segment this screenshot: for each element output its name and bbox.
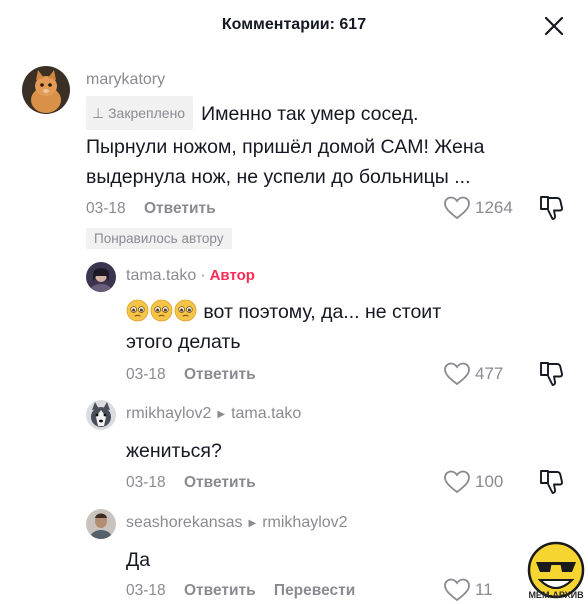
username[interactable]: marykatory (86, 71, 165, 89)
comment-date: 03-18 (126, 582, 166, 599)
like-button[interactable]: 11 (443, 577, 493, 603)
translate-button[interactable]: Перевести (274, 582, 355, 599)
person-avatar-icon (86, 262, 116, 292)
comment-text: вот поэтому, да... не стоит этого делать (126, 297, 526, 357)
dislike-icon[interactable] (538, 194, 564, 222)
reply-button[interactable]: Ответить (184, 582, 256, 599)
username-line: seashorekansas ▶ rmikhaylov2 (126, 514, 348, 532)
comment-meta: 03-18 Ответить (86, 200, 216, 218)
like-count: 1264 (475, 198, 513, 217)
watermark-text: МЕМ-АРХИВ (528, 590, 584, 600)
comments-header: Комментарии: 617 (0, 0, 588, 50)
liked-by-author-badge: Понравилось автору (86, 228, 232, 249)
close-icon[interactable] (540, 12, 568, 40)
comment-date: 03-18 (86, 200, 126, 217)
avatar[interactable] (86, 262, 116, 292)
heart-icon (444, 578, 470, 602)
separator-dot: · (200, 267, 206, 284)
comment-line: Пырнули ножом, пришёл домой САМ! Жена (86, 136, 485, 158)
reply-to-username[interactable]: rmikhaylov2 (262, 514, 347, 531)
comments-title: Комментарии: 617 (221, 16, 367, 33)
reply-button[interactable]: Ответить (184, 366, 256, 383)
avatar[interactable] (86, 509, 116, 539)
username-line: tama.tako · Автор (126, 267, 255, 285)
comment-text: жениться? (126, 440, 222, 462)
like-button[interactable]: 1264 (443, 195, 513, 221)
reply-to-username[interactable]: tama.tako (231, 405, 301, 422)
reply-arrow-icon: ▶ (248, 518, 257, 529)
comment-meta: 03-18 Ответить (126, 474, 256, 492)
author-badge: Автор (209, 267, 255, 284)
heart-icon (444, 470, 470, 494)
avatar[interactable] (86, 400, 116, 430)
username[interactable]: tama.tako (126, 267, 196, 284)
like-button[interactable]: 100 (443, 469, 503, 495)
like-count: 100 (475, 472, 504, 491)
comment-date: 03-18 (126, 366, 166, 383)
comment-line: вот поэтому, да... не стоит (203, 301, 442, 323)
reply-arrow-icon: ▶ (217, 409, 226, 420)
username[interactable]: rmikhaylov2 (126, 405, 211, 422)
comment-line: выдернула нож, не успели до больницы ... (86, 166, 471, 188)
person-avatar-icon (86, 509, 116, 539)
like-count: 11 (475, 580, 493, 599)
reply-button[interactable]: Ответить (144, 200, 216, 217)
husky-avatar-icon (86, 400, 116, 430)
comment-meta: 03-18 Ответить Перевести (126, 582, 355, 600)
avatar[interactable] (22, 66, 70, 114)
comment-text: Да (126, 549, 151, 571)
pin-icon: ⊥ (92, 105, 109, 121)
pleading-face-icon (150, 299, 173, 322)
dislike-icon[interactable] (538, 360, 564, 388)
like-count: 477 (475, 364, 504, 383)
pleading-face-icon (126, 299, 149, 322)
username-line: rmikhaylov2 ▶ tama.tako (126, 405, 301, 423)
dislike-icon[interactable] (538, 468, 564, 496)
comment-line: этого делать (126, 331, 241, 353)
comment-text: ⊥ Закреплено Именно так умер сосед. Пырну… (86, 96, 556, 192)
pinned-badge: ⊥ Закреплено (86, 96, 194, 130)
heart-icon (444, 362, 470, 386)
comment-date: 03-18 (126, 474, 166, 491)
like-button[interactable]: 477 (443, 361, 503, 387)
comment-meta: 03-18 Ответить (126, 366, 256, 384)
username[interactable]: seashorekansas (126, 514, 243, 531)
pleading-face-icon (174, 299, 197, 322)
comment-line: Именно так умер сосед. (201, 103, 419, 125)
heart-icon (444, 196, 470, 220)
reply-button[interactable]: Ответить (184, 474, 256, 491)
cat-avatar-icon (22, 66, 70, 114)
